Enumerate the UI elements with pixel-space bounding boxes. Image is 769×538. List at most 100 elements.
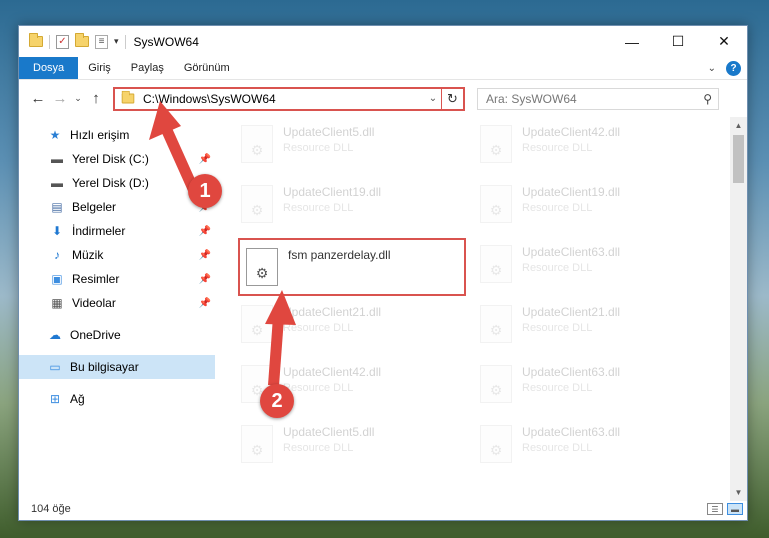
file-name: UpdateClient5.dll	[283, 425, 375, 439]
file-item[interactable]: ⚙ UpdateClient19.dll Resource DLL	[235, 177, 461, 231]
drive-icon: ▬	[51, 152, 63, 166]
downloads-icon: ⬇	[51, 224, 63, 238]
title-bar: ✓ ≡ ▾ SysWOW64 — ☐ ✕	[19, 26, 747, 57]
network-icon: ⊞	[49, 392, 61, 406]
window-title: SysWOW64	[133, 34, 199, 49]
file-item[interactable]: ⚙ UpdateClient21.dll Resource DLL	[474, 297, 700, 351]
music-icon: ♪	[54, 248, 60, 262]
file-name: UpdateClient19.dll	[522, 185, 621, 199]
maximize-button[interactable]: ☐	[655, 26, 701, 57]
file-item[interactable]: ⚙ UpdateClient5.dll Resource DLL	[235, 417, 461, 471]
computer-icon: ▭	[49, 360, 61, 374]
sidebar-item-label: Bu bilgisayar	[70, 360, 139, 374]
quick-access-toolbar: ✓ ≡ ▾	[29, 33, 126, 49]
file-item[interactable]: ⚙ UpdateClient63.dll Resource DLL	[474, 357, 700, 411]
expand-ribbon-chevron-icon[interactable]: ⌄	[708, 63, 716, 74]
sidebar-item-downloads[interactable]: ⬇ İndirmeler 📌	[19, 219, 215, 243]
dll-file-icon: ⚙	[480, 305, 512, 343]
sidebar-item-documents[interactable]: ▤ Belgeler 📌	[19, 195, 215, 219]
file-name: UpdateClient5.dll	[283, 125, 375, 139]
file-item[interactable]: ⚙ UpdateClient63.dll Resource DLL	[474, 417, 700, 471]
search-input[interactable]: Ara: SysWOW64 ⚲	[477, 87, 719, 110]
sidebar-item-music[interactable]: ♪ Müzik 📌	[19, 243, 215, 267]
back-button[interactable]: ←	[27, 88, 49, 110]
up-button[interactable]: ↑	[85, 88, 107, 110]
tab-view[interactable]: Görünüm	[174, 57, 240, 79]
file-type: Resource DLL	[283, 442, 354, 454]
tab-file[interactable]: Dosya	[19, 57, 79, 79]
file-type: Resource DLL	[522, 262, 593, 274]
sidebar-item-onedrive[interactable]: ☁ OneDrive	[19, 323, 215, 347]
file-item[interactable]: ⚙ UpdateClient21.dll Resource DLL	[235, 297, 461, 351]
pin-icon: 📌	[198, 249, 211, 261]
sidebar-item-pictures[interactable]: ▣ Resimler 📌	[19, 267, 215, 291]
file-item[interactable]: ⚙ UpdateClient19.dll Resource DLL	[474, 177, 700, 231]
file-item-fsm-panzerdelay[interactable]: ⚙ fsm panzerdelay.dll	[238, 238, 466, 296]
recent-locations-dropdown[interactable]: ⌄	[71, 88, 85, 110]
dll-file-icon: ⚙	[246, 248, 278, 286]
sidebar-item-label: Ağ	[70, 392, 85, 406]
help-icon[interactable]: ?	[726, 60, 741, 76]
sidebar-item-label: İndirmeler	[72, 224, 126, 238]
refresh-button[interactable]: ↻	[441, 88, 463, 109]
sidebar-item-label: Belgeler	[72, 200, 117, 214]
sidebar-item-label: Yerel Disk (C:)	[72, 152, 149, 166]
window-controls: — ☐ ✕	[609, 26, 747, 57]
file-name: UpdateClient63.dll	[522, 365, 621, 379]
dll-file-icon: ⚙	[480, 185, 512, 223]
view-icon[interactable]: ≡	[95, 34, 108, 49]
sidebar-item-videos[interactable]: ▦ Videolar 📌	[19, 291, 215, 315]
sidebar-item-this-pc[interactable]: ▭ Bu bilgisayar	[19, 355, 215, 379]
file-type: Resource DLL	[522, 442, 593, 454]
file-type: Resource DLL	[522, 202, 593, 214]
sidebar-item-network[interactable]: ⊞ Ağ	[19, 387, 215, 411]
explorer-window: ✓ ≡ ▾ SysWOW64 — ☐ ✕ Dosya Giriş Paylaş …	[18, 25, 748, 521]
address-bar[interactable]: C:\Windows\SysWOW64 ⌄ ↻	[113, 86, 465, 111]
tab-share[interactable]: Paylaş	[121, 57, 174, 79]
file-item[interactable]: ⚙ UpdateClient42.dll Resource DLL	[474, 117, 700, 171]
customize-toolbar-dropdown[interactable]: ▾	[114, 36, 119, 47]
pin-icon: 📌	[198, 297, 211, 309]
status-bar: 104 öğe ☰ ▬	[19, 498, 747, 520]
sidebar-item-quick-access[interactable]: ★ Hızlı erişim	[19, 123, 215, 147]
scroll-thumb[interactable]	[733, 135, 744, 183]
sidebar-item-local-disk-d[interactable]: ▬ Yerel Disk (D:)	[19, 171, 215, 195]
dll-file-icon: ⚙	[241, 425, 273, 463]
videos-icon: ▦	[51, 296, 63, 310]
search-icon[interactable]: ⚲	[703, 92, 712, 106]
details-view-icon[interactable]: ☰	[707, 503, 723, 515]
forward-button[interactable]: →	[49, 88, 71, 110]
navigation-bar: ← → ⌄ ↑ C:\Windows\SysWOW64 ⌄ ↻ Ara: Sys…	[19, 79, 747, 117]
large-icons-view-icon[interactable]: ▬	[727, 503, 743, 515]
close-button[interactable]: ✕	[701, 26, 747, 57]
properties-icon[interactable]: ✓	[56, 34, 69, 49]
tab-home[interactable]: Giriş	[78, 57, 121, 79]
file-name: UpdateClient21.dll	[283, 305, 382, 319]
file-item[interactable]: ⚙ UpdateClient63.dll Resource DLL	[474, 237, 700, 291]
file-item[interactable]: ⚙ UpdateClient5.dll Resource DLL	[235, 117, 461, 171]
sidebar-item-label: OneDrive	[70, 328, 121, 342]
file-name: fsm panzerdelay.dll	[288, 248, 391, 262]
file-name: UpdateClient21.dll	[522, 305, 621, 319]
file-type: Resource DLL	[522, 142, 593, 154]
vertical-scrollbar[interactable]: ▲ ▼	[730, 117, 747, 501]
sidebar-item-local-disk-c[interactable]: ▬ Yerel Disk (C:) 📌	[19, 147, 215, 171]
minimize-button[interactable]: —	[609, 26, 655, 57]
explorer-body: ★ Hızlı erişim ▬ Yerel Disk (C:) 📌 ▬ Yer…	[19, 117, 747, 501]
navigation-pane: ★ Hızlı erişim ▬ Yerel Disk (C:) 📌 ▬ Yer…	[19, 117, 215, 501]
dll-file-icon: ⚙	[480, 365, 512, 403]
file-type: Resource DLL	[522, 322, 593, 334]
file-name: UpdateClient63.dll	[522, 245, 621, 259]
scroll-up-button[interactable]: ▲	[730, 117, 747, 134]
new-folder-icon[interactable]	[75, 33, 89, 47]
address-path[interactable]: C:\Windows\SysWOW64	[143, 92, 425, 106]
address-dropdown-icon[interactable]: ⌄	[425, 93, 441, 104]
sidebar-item-label: Videolar	[72, 296, 116, 310]
callout-step-2: 2	[260, 384, 294, 418]
file-type: Resource DLL	[283, 322, 354, 334]
view-switcher: ☰ ▬	[707, 503, 747, 515]
drive-icon: ▬	[51, 176, 63, 190]
